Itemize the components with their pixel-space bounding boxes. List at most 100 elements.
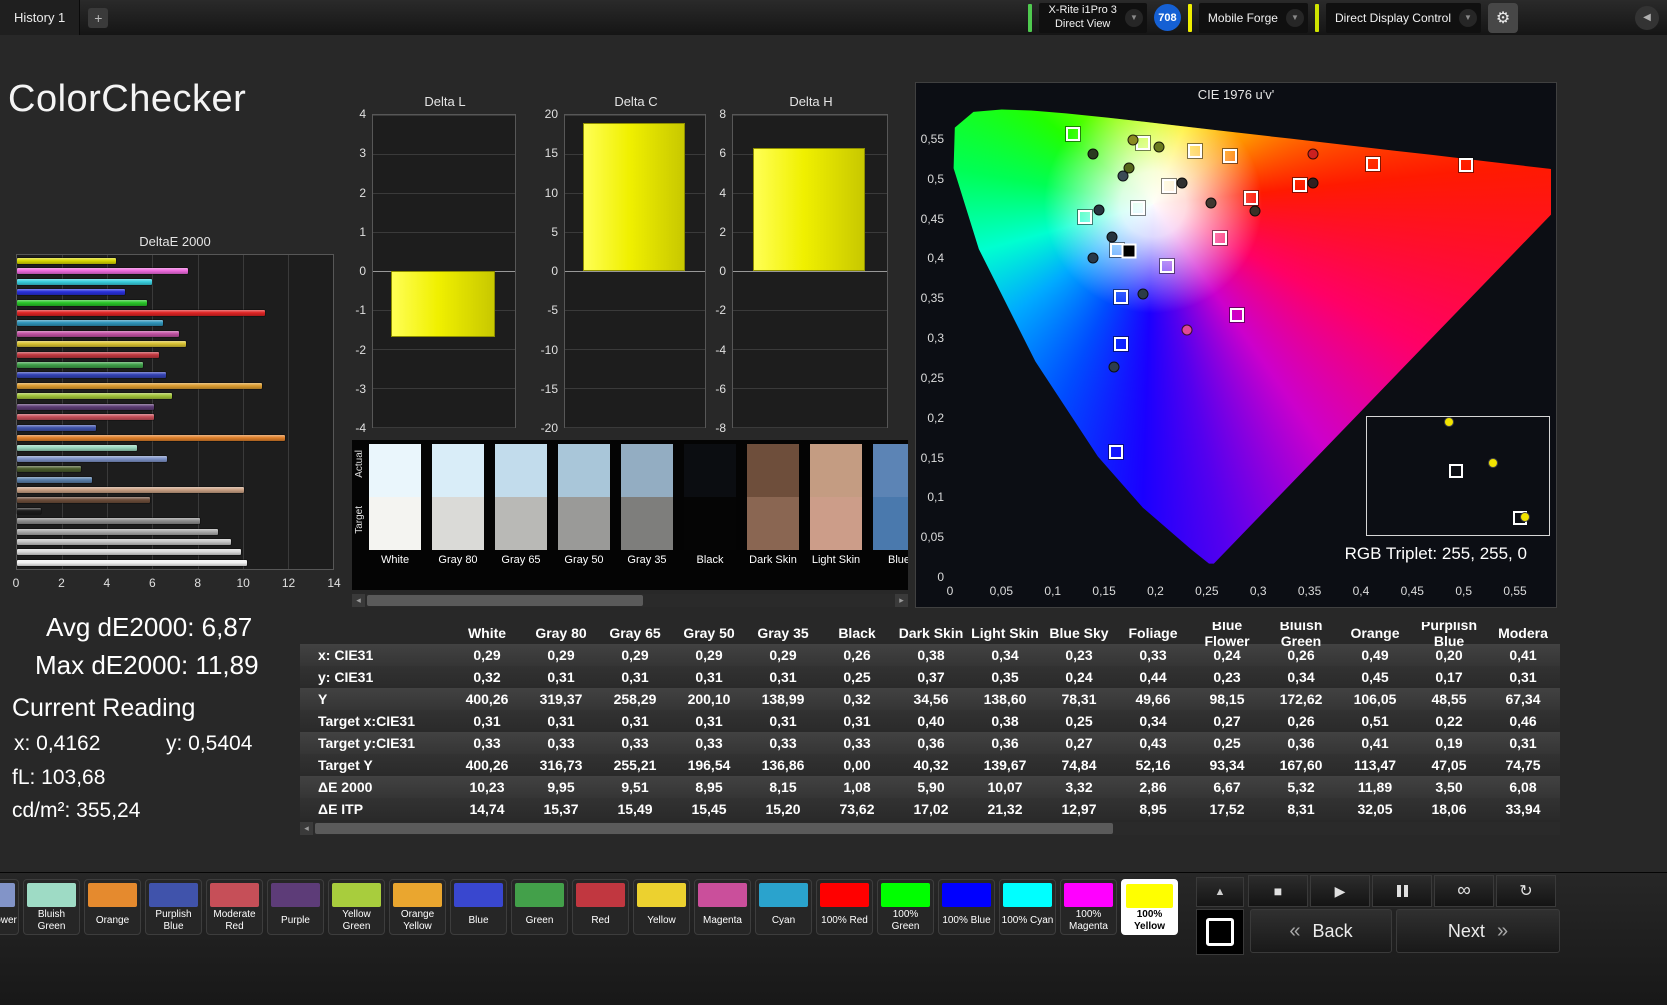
chevron-down-icon[interactable]: ▼ bbox=[1459, 8, 1477, 27]
deltae-bar-magenta bbox=[17, 330, 179, 337]
pattern-button-yellow[interactable]: Yellow bbox=[633, 879, 690, 935]
table-scroll-track[interactable] bbox=[313, 822, 1560, 835]
pattern-label: Orange Yellow bbox=[400, 909, 435, 932]
pattern-swatch bbox=[332, 883, 381, 907]
pattern-button-green[interactable]: Green bbox=[511, 879, 568, 935]
pattern-button-100-yellow[interactable]: 100% Yellow bbox=[1121, 879, 1178, 935]
delta-c-chart: Delta C 20 15 10 5 0 -5 -10 -15 -20 bbox=[540, 94, 708, 435]
pattern-button-blue-flower[interactable]: Blue Flower bbox=[0, 879, 19, 935]
continuous-measure-button[interactable]: ∞ bbox=[1434, 875, 1494, 907]
delta-l-ytick-label: -4 bbox=[355, 421, 366, 435]
table-cell: 17,02 bbox=[913, 801, 949, 817]
pattern-label: Yellow bbox=[647, 914, 676, 926]
deltae-bar-foliage bbox=[17, 466, 82, 473]
strip-row-labels: Actual Target bbox=[354, 444, 369, 590]
pattern-button-magenta[interactable]: Magenta bbox=[694, 879, 751, 935]
play-button[interactable]: ▶ bbox=[1310, 875, 1370, 907]
current-reading-heading: Current Reading bbox=[12, 694, 196, 722]
pattern-swatch bbox=[393, 883, 442, 907]
deltae-bar-gray-65 bbox=[17, 538, 231, 545]
bottom-bar: Blue Flower Bluish Green Orange Purplish Bl… bbox=[0, 872, 1667, 1005]
pattern-swatch bbox=[1003, 883, 1052, 907]
pattern-source-dropdown[interactable]: Mobile Forge ▼ bbox=[1198, 2, 1308, 33]
table-cell: 0,31 bbox=[547, 669, 575, 685]
delta-h-ytick-label: 0 bbox=[719, 264, 726, 278]
add-tab-button[interactable]: + bbox=[88, 7, 109, 28]
table-cell: 400,26 bbox=[465, 691, 509, 707]
chevron-down-icon[interactable]: ▼ bbox=[1124, 8, 1143, 27]
pattern-button-100-red[interactable]: 100% Red bbox=[816, 879, 873, 935]
delta-l-gridline bbox=[373, 349, 515, 350]
table-header-row: White Gray 80 Gray 65 Gray 50 Gray 35 Black Da… bbox=[300, 622, 1560, 649]
display-control-dropdown[interactable]: Direct Display Control ▼ bbox=[1325, 2, 1481, 33]
scroll-left-icon[interactable]: ◂ bbox=[352, 594, 365, 607]
delta-h-plot bbox=[732, 114, 888, 428]
pattern-button-100-blue[interactable]: 100% Blue bbox=[938, 879, 995, 935]
scroll-right-icon[interactable]: ▸ bbox=[895, 594, 908, 607]
collapse-panel-icon[interactable]: ◀ bbox=[1635, 5, 1659, 30]
patch-gray-80: Gray 80 bbox=[432, 444, 484, 590]
table-scroll-thumb[interactable] bbox=[315, 823, 1114, 834]
pattern-button-purple[interactable]: Purple bbox=[267, 879, 324, 935]
pattern-button-100-green[interactable]: 100% Green bbox=[877, 879, 934, 935]
table-cell: 0,25 bbox=[843, 669, 871, 685]
table-cell: 0,40 bbox=[917, 713, 945, 729]
patch-label: Gray 35 bbox=[627, 554, 667, 566]
pattern-button-red[interactable]: Red bbox=[572, 879, 629, 935]
pattern-button-100-magenta[interactable]: 100% Magenta bbox=[1060, 879, 1117, 935]
pattern-button-100-cyan[interactable]: 100% Cyan bbox=[999, 879, 1056, 935]
transport-controls: ■ ▶ ∞ ↻ bbox=[1248, 875, 1556, 907]
pattern-button-blue[interactable]: Blue bbox=[450, 879, 507, 935]
strip-scroll-track[interactable] bbox=[365, 594, 895, 607]
pattern-swatch bbox=[0, 883, 15, 907]
table-cell: 0,36 bbox=[991, 735, 1019, 751]
back-button[interactable]: « Back bbox=[1250, 909, 1392, 953]
strip-scroll-thumb[interactable] bbox=[367, 595, 643, 606]
delta-h-ytick-label: -4 bbox=[715, 342, 726, 357]
pattern-button-moderate-red[interactable]: Moderate Red bbox=[206, 879, 263, 935]
table-cell: 5,32 bbox=[1287, 779, 1315, 795]
table-cell: 0,22 bbox=[1435, 713, 1463, 729]
next-button[interactable]: Next » bbox=[1396, 909, 1560, 953]
cie-inset-measured-dot bbox=[1487, 457, 1498, 468]
pattern-button-cyan[interactable]: Cyan bbox=[755, 879, 812, 935]
table-row-target-x-cie31: Target x:CIE31 0,31 0,31 0,31 0,31 0,31 0,31 0,… bbox=[300, 710, 1560, 732]
pattern-button-orange[interactable]: Orange bbox=[84, 879, 141, 935]
history-tab[interactable]: History 1 bbox=[0, 0, 81, 35]
gear-icon[interactable]: ⚙ bbox=[1488, 2, 1518, 33]
table-cell: 0,44 bbox=[1139, 669, 1167, 685]
deltae-xtick-label: 10 bbox=[236, 576, 250, 590]
cie-target-marker bbox=[1131, 201, 1145, 216]
cie-inset-measured-dot bbox=[1520, 512, 1531, 523]
table-row-e-2000: ΔE 2000 10,23 9,95 9,51 8,95 8,15 1,08 5,90 10,0… bbox=[300, 776, 1560, 798]
stop-button[interactable]: ■ bbox=[1248, 875, 1308, 907]
pattern-window-button[interactable] bbox=[1196, 909, 1244, 955]
table-col-header-foliage: Foliage bbox=[1128, 625, 1178, 641]
pattern-button-purplish-blue[interactable]: Purplish Blue bbox=[145, 879, 202, 935]
scroll-left-icon[interactable]: ◂ bbox=[300, 822, 313, 835]
chevron-down-icon[interactable]: ▼ bbox=[1285, 8, 1304, 27]
pattern-button-yellow-green[interactable]: Yellow Green bbox=[328, 879, 385, 935]
table-cell: 11,89 bbox=[1357, 779, 1393, 795]
table-cell: 0,26 bbox=[843, 647, 871, 663]
table-cell: 15,49 bbox=[617, 801, 653, 817]
pause-button[interactable] bbox=[1372, 875, 1432, 907]
table-cell: 0,36 bbox=[1287, 735, 1315, 751]
table-cell: 47,05 bbox=[1431, 757, 1467, 773]
delta-c-ytick-label: 10 bbox=[544, 185, 558, 200]
table-cell: 0,41 bbox=[1361, 735, 1389, 751]
deltae2000-chart: DeltaE 2000 0 2 4 6 8 10 12 14 bbox=[13, 234, 341, 596]
delta-l-chart: Delta L 4 3 2 1 0 -1 -2 -3 -4 bbox=[352, 94, 518, 435]
delta-c-ytick-label: -20 bbox=[540, 421, 558, 435]
pattern-button-bluish-green[interactable]: Bluish Green bbox=[23, 879, 80, 935]
max-de2000: Max dE2000: 11,89 bbox=[35, 650, 259, 680]
meter-dropdown[interactable]: X-Rite i1Pro 3 Direct View ▼ bbox=[1039, 2, 1147, 33]
repeat-button[interactable]: ↻ bbox=[1496, 875, 1556, 907]
delta-l-ytick-label: -2 bbox=[355, 342, 366, 357]
cie-measured-dot bbox=[1307, 177, 1319, 189]
pattern-button-orange-yellow[interactable]: Orange Yellow bbox=[389, 879, 446, 935]
table-col-header-black: Black bbox=[838, 625, 876, 641]
pattern-list-up-button[interactable]: ▲ bbox=[1196, 877, 1244, 907]
cie-ytick-label: 0,05 bbox=[920, 530, 944, 545]
delta-l-ytick-label: -1 bbox=[355, 303, 366, 318]
